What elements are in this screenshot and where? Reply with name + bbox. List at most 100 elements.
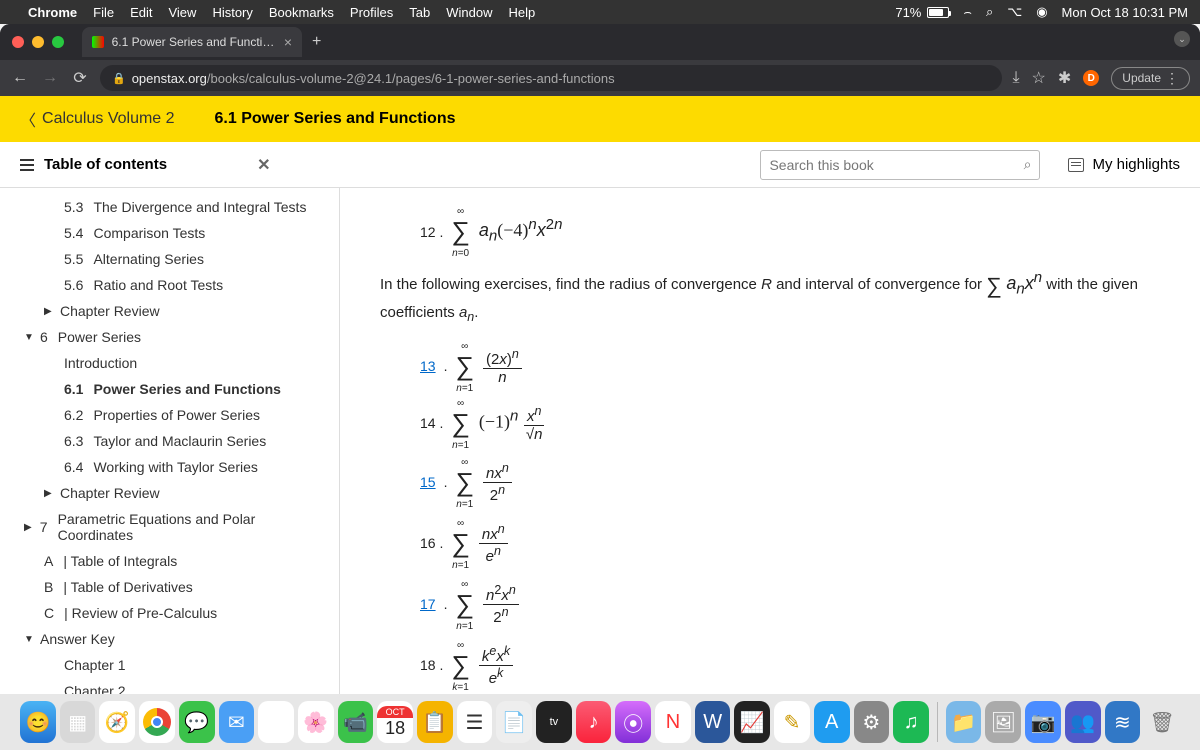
wifi-icon[interactable]: ⌢	[963, 4, 972, 20]
menu-edit[interactable]: Edit	[130, 5, 152, 20]
sidebar-item[interactable]: 5.4Comparison Tests	[0, 220, 339, 246]
dock-vscode[interactable]: ≋	[1105, 701, 1141, 743]
item-number: 6.1	[64, 381, 83, 397]
dock-spotify[interactable]: ♫	[893, 701, 929, 743]
item-number: 6.4	[64, 459, 83, 475]
sidebar-item[interactable]: ▼Answer Key	[0, 626, 339, 652]
menu-help[interactable]: Help	[509, 5, 536, 20]
siri-icon[interactable]: ◉	[1036, 4, 1047, 20]
sidebar-item[interactable]: ▶Chapter Review	[0, 298, 339, 324]
dock-messages[interactable]: 💬	[179, 701, 215, 743]
sidebar-item[interactable]: A| Table of Integrals	[0, 548, 339, 574]
my-highlights-button[interactable]: My highlights	[1068, 156, 1180, 173]
exercise-number-link[interactable]: 13	[420, 358, 436, 374]
dock-photos[interactable]: 🌸	[298, 701, 334, 743]
caret-icon: ▶	[44, 488, 54, 499]
dock-safari[interactable]: 🧭	[99, 701, 135, 743]
back-button[interactable]: ←	[10, 69, 30, 87]
dock-finder[interactable]: 😊	[20, 701, 56, 743]
toc-sidebar[interactable]: 5.3The Divergence and Integral Tests5.4C…	[0, 188, 340, 694]
dock-facetime[interactable]: 📹	[338, 701, 374, 743]
forward-button[interactable]: →	[40, 69, 60, 87]
dock-reminders[interactable]: ☰	[457, 701, 493, 743]
section-title: 6.1 Power Series and Functions	[215, 110, 456, 128]
address-bar: ← → ⟳ 🔒 openstax.org/books/calculus-volu…	[0, 60, 1200, 96]
sidebar-item[interactable]: 5.6Ratio and Root Tests	[0, 272, 339, 298]
dock-podcasts[interactable]: ⦿	[615, 701, 651, 743]
search-input[interactable]: Search this book ⌕	[760, 150, 1040, 180]
dock-app-2[interactable]: 📄	[496, 701, 532, 743]
minimize-window-button[interactable]	[32, 36, 44, 48]
item-label: Power Series	[58, 329, 141, 345]
sidebar-item[interactable]: Chapter 2	[0, 678, 339, 694]
dock-mail[interactable]: ✉	[219, 701, 255, 743]
bookmark-star-icon[interactable]: ☆	[1032, 68, 1046, 88]
dock-stocks[interactable]: 📈	[734, 701, 770, 743]
menu-tab[interactable]: Tab	[409, 5, 430, 20]
dock-notes[interactable]: ✎	[774, 701, 810, 743]
maximize-window-button[interactable]	[52, 36, 64, 48]
update-button[interactable]: Update ⋮	[1111, 67, 1190, 90]
sidebar-item[interactable]: B| Table of Derivatives	[0, 574, 339, 600]
window-dropdown-icon[interactable]: ⌄	[1174, 31, 1190, 47]
control-center-icon[interactable]: ⌥	[1007, 4, 1022, 20]
reload-button[interactable]: ⟳	[70, 68, 90, 88]
caret-icon: ▶	[24, 522, 34, 533]
book-back-link[interactable]: 〈 Calculus Volume 2	[20, 107, 175, 131]
new-tab-button[interactable]: +	[312, 33, 321, 51]
dock-tv[interactable]: tv	[536, 701, 572, 743]
browser-tab[interactable]: 6.1 Power Series and Functions ×	[82, 27, 302, 57]
sidebar-item[interactable]: Chapter 1	[0, 652, 339, 678]
exercise-number-link[interactable]: 17	[420, 596, 436, 612]
item-label: | Table of Integrals	[63, 553, 177, 569]
dock-zoom[interactable]: 📷	[1025, 701, 1061, 743]
dock-preview[interactable]: 🖼	[985, 701, 1021, 743]
spotlight-icon[interactable]: ⌕	[986, 4, 993, 20]
dock-downloads[interactable]: 📁	[946, 701, 982, 743]
menu-bookmarks[interactable]: Bookmarks	[269, 5, 334, 20]
url-input[interactable]: 🔒 openstax.org/books/calculus-volume-2@2…	[100, 65, 1002, 91]
toc-label: Table of contents	[44, 156, 167, 173]
menu-profiles[interactable]: Profiles	[350, 5, 393, 20]
dock-chrome[interactable]	[139, 701, 175, 743]
dock-calendar[interactable]: OCT18	[377, 701, 413, 743]
tab-close-icon[interactable]: ×	[284, 34, 292, 50]
close-window-button[interactable]	[12, 36, 24, 48]
dock-music[interactable]: ♪	[576, 701, 612, 743]
toc-toggle[interactable]: Table of contents ✕	[20, 155, 270, 175]
sidebar-item[interactable]: 6.1Power Series and Functions	[0, 376, 339, 402]
sidebar-item[interactable]: 6.3Taylor and Maclaurin Series	[0, 428, 339, 454]
sidebar-item[interactable]: ▶Chapter Review	[0, 480, 339, 506]
dock-trash[interactable]: 🗑	[1144, 701, 1180, 743]
sidebar-item[interactable]: ▶7Parametric Equations and Polar Coordin…	[0, 506, 339, 548]
sidebar-item[interactable]: 5.3The Divergence and Integral Tests	[0, 194, 339, 220]
battery-status[interactable]: 71%	[895, 5, 949, 20]
dock-launchpad[interactable]: ▦	[60, 701, 96, 743]
profile-badge[interactable]: D	[1083, 70, 1099, 86]
dock-app-1[interactable]: 📋	[417, 701, 453, 743]
exercise-number-link[interactable]: 15	[420, 474, 436, 490]
dock-appstore[interactable]: A	[814, 701, 850, 743]
menu-file[interactable]: File	[93, 5, 114, 20]
menu-history[interactable]: History	[212, 5, 252, 20]
dock-news[interactable]: N	[655, 701, 691, 743]
sidebar-item[interactable]: 6.4Working with Taylor Series	[0, 454, 339, 480]
sidebar-item[interactable]: 6.2Properties of Power Series	[0, 402, 339, 428]
sidebar-item[interactable]: ▼6Power Series	[0, 324, 339, 350]
dock-slack[interactable]: #	[258, 701, 294, 743]
install-icon[interactable]: ⤓	[1012, 69, 1019, 87]
toc-close-icon[interactable]: ✕	[257, 155, 270, 175]
sidebar-item[interactable]: 5.5Alternating Series	[0, 246, 339, 272]
dock-word[interactable]: W	[695, 701, 731, 743]
extensions-icon[interactable]: ✱	[1058, 68, 1071, 88]
menubar-app[interactable]: Chrome	[28, 5, 77, 20]
book-title: Calculus Volume 2	[42, 110, 175, 128]
menu-view[interactable]: View	[168, 5, 196, 20]
menubar-datetime[interactable]: Mon Oct 18 10:31 PM	[1062, 5, 1188, 20]
dock-teams[interactable]: 👥	[1065, 701, 1101, 743]
dock-settings[interactable]: ⚙	[854, 701, 890, 743]
menu-window[interactable]: Window	[446, 5, 492, 20]
sidebar-item[interactable]: Introduction	[0, 350, 339, 376]
sidebar-item[interactable]: C| Review of Pre-Calculus	[0, 600, 339, 626]
exercise-18: 18 . ∑∞k=1 kexkek	[420, 644, 1160, 687]
